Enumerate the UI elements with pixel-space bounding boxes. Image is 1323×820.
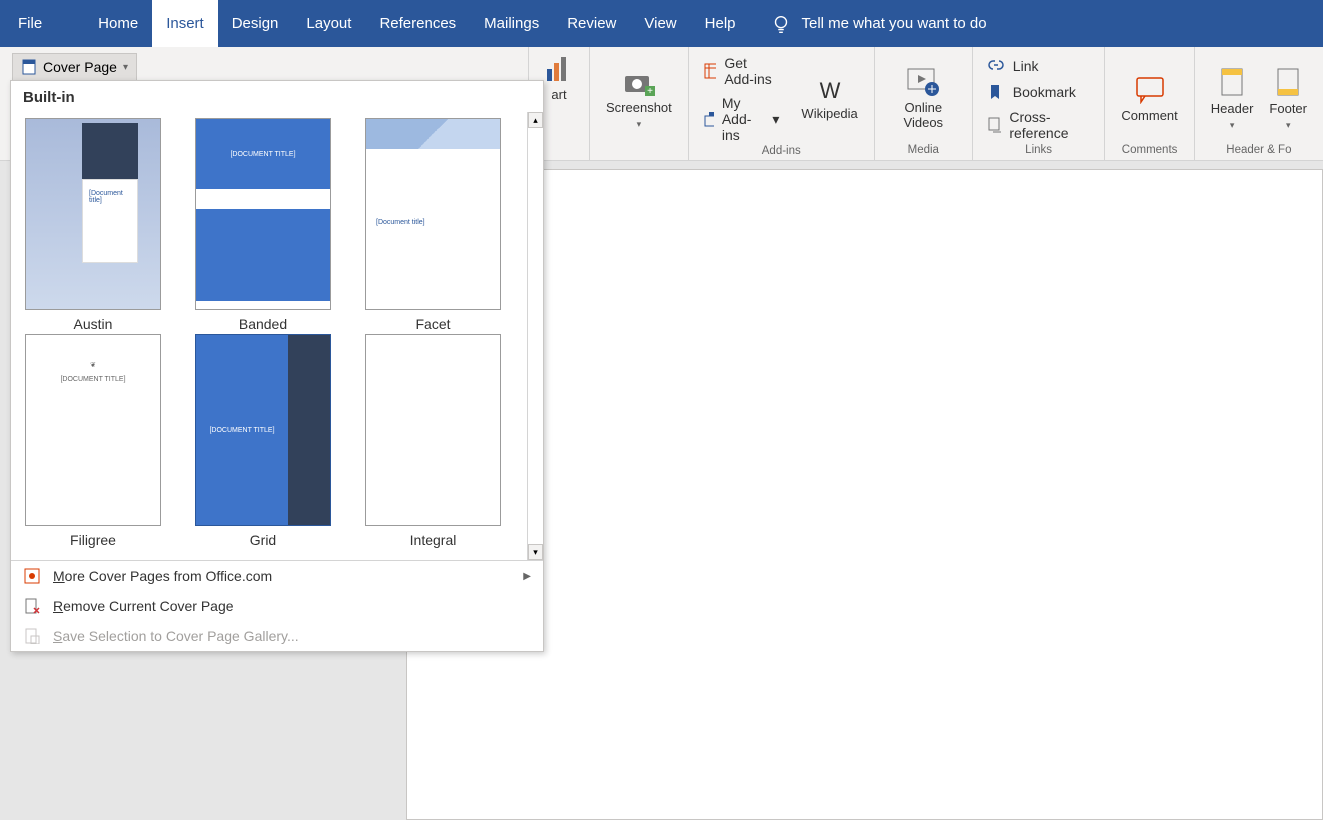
tab-layout[interactable]: Layout	[292, 0, 365, 47]
bookmark-button[interactable]: Bookmark	[983, 81, 1080, 103]
svg-text:+: +	[647, 86, 653, 96]
template-label: Austin	[74, 316, 113, 332]
template-label: Facet	[415, 316, 450, 332]
tell-me-label: Tell me what you want to do	[802, 15, 987, 32]
comments-group-label: Comments	[1122, 144, 1178, 158]
store-icon	[703, 62, 717, 80]
remove-cover-page-item[interactable]: Remove Current Cover Page	[11, 591, 543, 621]
chart-label-partial: art	[551, 87, 566, 102]
footer-button[interactable]: Footer ▾	[1263, 65, 1313, 133]
headerfooter-group-label: Header & Fo	[1226, 144, 1291, 158]
link-icon	[987, 57, 1005, 75]
chevron-down-icon: ▾	[1286, 120, 1291, 131]
cover-page-dropdown: Built-in [Document title] Austin [DOCUME…	[10, 80, 544, 652]
tell-me-search[interactable]: Tell me what you want to do	[770, 0, 987, 47]
tab-view[interactable]: View	[630, 0, 690, 47]
get-addins-button[interactable]: Get Add-ins	[699, 53, 784, 89]
screenshot-label: Screenshot	[606, 100, 672, 115]
addins-group-label: Add-ins	[762, 145, 801, 159]
header-label: Header	[1211, 101, 1254, 116]
template-label: Integral	[410, 532, 457, 548]
ribbon-tabs: File Home Insert Design Layout Reference…	[0, 0, 1323, 47]
chevron-down-icon: ▾	[1230, 120, 1235, 131]
gallery-scrollbar[interactable]: ▴ ▾	[527, 112, 543, 560]
scroll-down-arrow[interactable]: ▾	[528, 544, 543, 560]
cover-template-facet[interactable]: [Document title]	[365, 118, 501, 310]
video-icon	[906, 67, 940, 97]
cross-reference-button[interactable]: Cross-reference	[983, 107, 1095, 143]
cover-page-label: Cover Page	[43, 59, 117, 75]
tab-file[interactable]: File	[0, 0, 60, 47]
chevron-down-icon: ▾	[123, 62, 128, 73]
tab-insert[interactable]: Insert	[152, 0, 218, 47]
template-label: Grid	[250, 532, 276, 548]
get-addins-label: Get Add-ins	[724, 55, 779, 87]
crossref-icon	[987, 116, 1002, 134]
more-label-rest: ore Cover Pages from Office.com	[65, 568, 272, 584]
remove-label-rest: emove Current Cover Page	[63, 598, 233, 614]
save-selection-item: Save Selection to Cover Page Gallery...	[11, 621, 543, 651]
chart-button-partial[interactable]: art	[539, 53, 579, 104]
comment-button[interactable]: Comment	[1115, 72, 1183, 125]
camera-icon: +	[623, 68, 655, 96]
template-label: Filigree	[70, 532, 116, 548]
wikipedia-button[interactable]: W Wikipedia	[795, 76, 863, 123]
remove-icon	[23, 597, 41, 615]
media-group-label: Media	[908, 144, 939, 158]
cover-page-button[interactable]: Cover Page ▾	[12, 53, 137, 81]
footer-icon	[1275, 67, 1301, 97]
footer-label: Footer	[1269, 101, 1307, 116]
tab-review[interactable]: Review	[553, 0, 630, 47]
save-gallery-icon	[23, 627, 41, 645]
tab-home[interactable]: Home	[84, 0, 152, 47]
comment-icon	[1133, 74, 1167, 104]
header-icon	[1219, 67, 1245, 97]
tab-references[interactable]: References	[365, 0, 470, 47]
save-label-rest: ave Selection to Cover Page Gallery...	[62, 628, 298, 644]
screenshot-button[interactable]: + Screenshot ▾	[600, 66, 678, 132]
cover-template-grid[interactable]: [DOCUMENT TITLE]	[195, 334, 331, 526]
bookmark-label: Bookmark	[1013, 84, 1076, 100]
chart-icon	[545, 55, 573, 83]
scroll-up-arrow[interactable]: ▴	[528, 112, 543, 128]
dropdown-section-header: Built-in	[11, 81, 543, 112]
bookmark-icon	[987, 83, 1005, 101]
lightbulb-icon	[770, 13, 792, 35]
header-button[interactable]: Header ▾	[1205, 65, 1260, 133]
template-label: Banded	[239, 316, 287, 332]
links-group-label: Links	[1025, 144, 1052, 158]
my-addins-label: My Add-ins	[722, 95, 765, 143]
link-label: Link	[1013, 58, 1039, 74]
cover-template-austin[interactable]: [Document title]	[25, 118, 161, 310]
cover-template-integral[interactable]	[365, 334, 501, 526]
online-videos-button[interactable]: Online Videos	[885, 65, 962, 132]
page-icon	[21, 59, 37, 75]
wikipedia-label: Wikipedia	[801, 106, 857, 121]
chevron-down-icon: ▾	[772, 111, 779, 128]
office-icon	[23, 567, 41, 585]
tab-design[interactable]: Design	[218, 0, 293, 47]
chevron-down-icon: ▾	[637, 119, 642, 130]
wikipedia-icon: W	[815, 78, 845, 102]
comment-label: Comment	[1121, 108, 1177, 123]
tab-mailings[interactable]: Mailings	[470, 0, 553, 47]
link-button[interactable]: Link	[983, 55, 1043, 77]
submenu-arrow-icon: ▶	[523, 571, 531, 582]
online-videos-label: Online Videos	[891, 101, 956, 130]
cover-template-banded[interactable]: [DOCUMENT TITLE]	[195, 118, 331, 310]
tab-help[interactable]: Help	[691, 0, 750, 47]
addin-icon	[703, 110, 714, 128]
cover-template-filigree[interactable]: ❦[DOCUMENT TITLE]	[25, 334, 161, 526]
more-cover-pages-item[interactable]: More Cover Pages from Office.com ▶	[11, 561, 543, 591]
crossref-label: Cross-reference	[1009, 109, 1090, 141]
svg-text:W: W	[819, 78, 840, 102]
my-addins-button[interactable]: My Add-ins ▾	[699, 93, 784, 145]
